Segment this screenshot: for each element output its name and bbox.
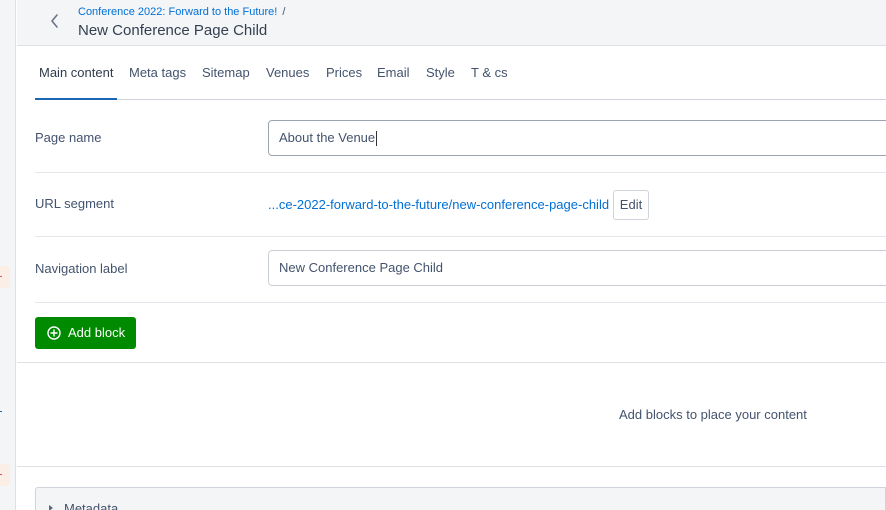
page-title: New Conference Page Child — [78, 22, 268, 39]
tab-main-content[interactable]: Main content — [35, 46, 117, 100]
tab-prices[interactable]: Prices — [326, 46, 362, 100]
page-header: Conference 2022: Forward to the Future! … — [17, 0, 886, 46]
tab-sitemap[interactable]: Sitemap — [202, 46, 250, 100]
navigation-label-value: New Conference Page Child — [279, 260, 444, 275]
chevron-left-icon — [51, 14, 58, 28]
add-block-label: Add block — [68, 325, 126, 340]
tab-meta-tags[interactable]: Meta tags — [129, 46, 186, 100]
page-name-row: Page name About the Venue — [35, 100, 886, 173]
breadcrumb-separator: / — [282, 6, 286, 18]
navigation-label-label: Navigation label — [35, 261, 128, 276]
empty-state-message: Add blocks to place your content — [619, 407, 807, 422]
metadata-label: Metadata — [64, 501, 119, 510]
page-name-input[interactable]: About the Venue — [268, 120, 886, 156]
tab-style[interactable]: Style — [426, 46, 455, 100]
rail-marker-top — [0, 266, 10, 288]
add-block-area: Add block — [17, 303, 886, 363]
rail-marker-bottom — [0, 464, 10, 486]
breadcrumb: Conference 2022: Forward to the Future! … — [78, 6, 285, 18]
text-caret — [376, 131, 378, 147]
breadcrumb-link[interactable]: Conference 2022: Forward to the Future! — [78, 6, 277, 18]
edit-url-button[interactable]: Edit — [613, 190, 649, 220]
caret-right-icon — [49, 505, 53, 510]
tab-bar: Main content Meta tags Sitemap Venues Pr… — [35, 46, 886, 100]
navigation-label-row: Navigation label New Conference Page Chi… — [35, 237, 886, 303]
url-segment-label: URL segment — [35, 196, 114, 211]
blocks-empty-area: Add blocks to place your content — [17, 364, 886, 467]
metadata-panel[interactable]: Metadata — [35, 487, 886, 510]
tab-email[interactable]: Email — [377, 46, 410, 100]
tab-venues[interactable]: Venues — [266, 46, 309, 100]
plus-circle-icon — [47, 326, 61, 340]
navigation-label-input[interactable]: New Conference Page Child — [268, 250, 886, 286]
back-button[interactable] — [45, 10, 65, 32]
left-rail — [0, 0, 16, 510]
add-block-button[interactable]: Add block — [35, 317, 136, 349]
url-segment-row: URL segment ...ce-2022-forward-to-the-fu… — [35, 173, 886, 237]
tab-terms[interactable]: T & cs — [471, 46, 508, 100]
page-name-label: Page name — [35, 130, 102, 145]
rail-marker-dot — [0, 411, 2, 412]
url-segment-link[interactable]: ...ce-2022-forward-to-the-future/new-con… — [268, 197, 609, 212]
page-name-value: About the Venue — [279, 130, 376, 145]
